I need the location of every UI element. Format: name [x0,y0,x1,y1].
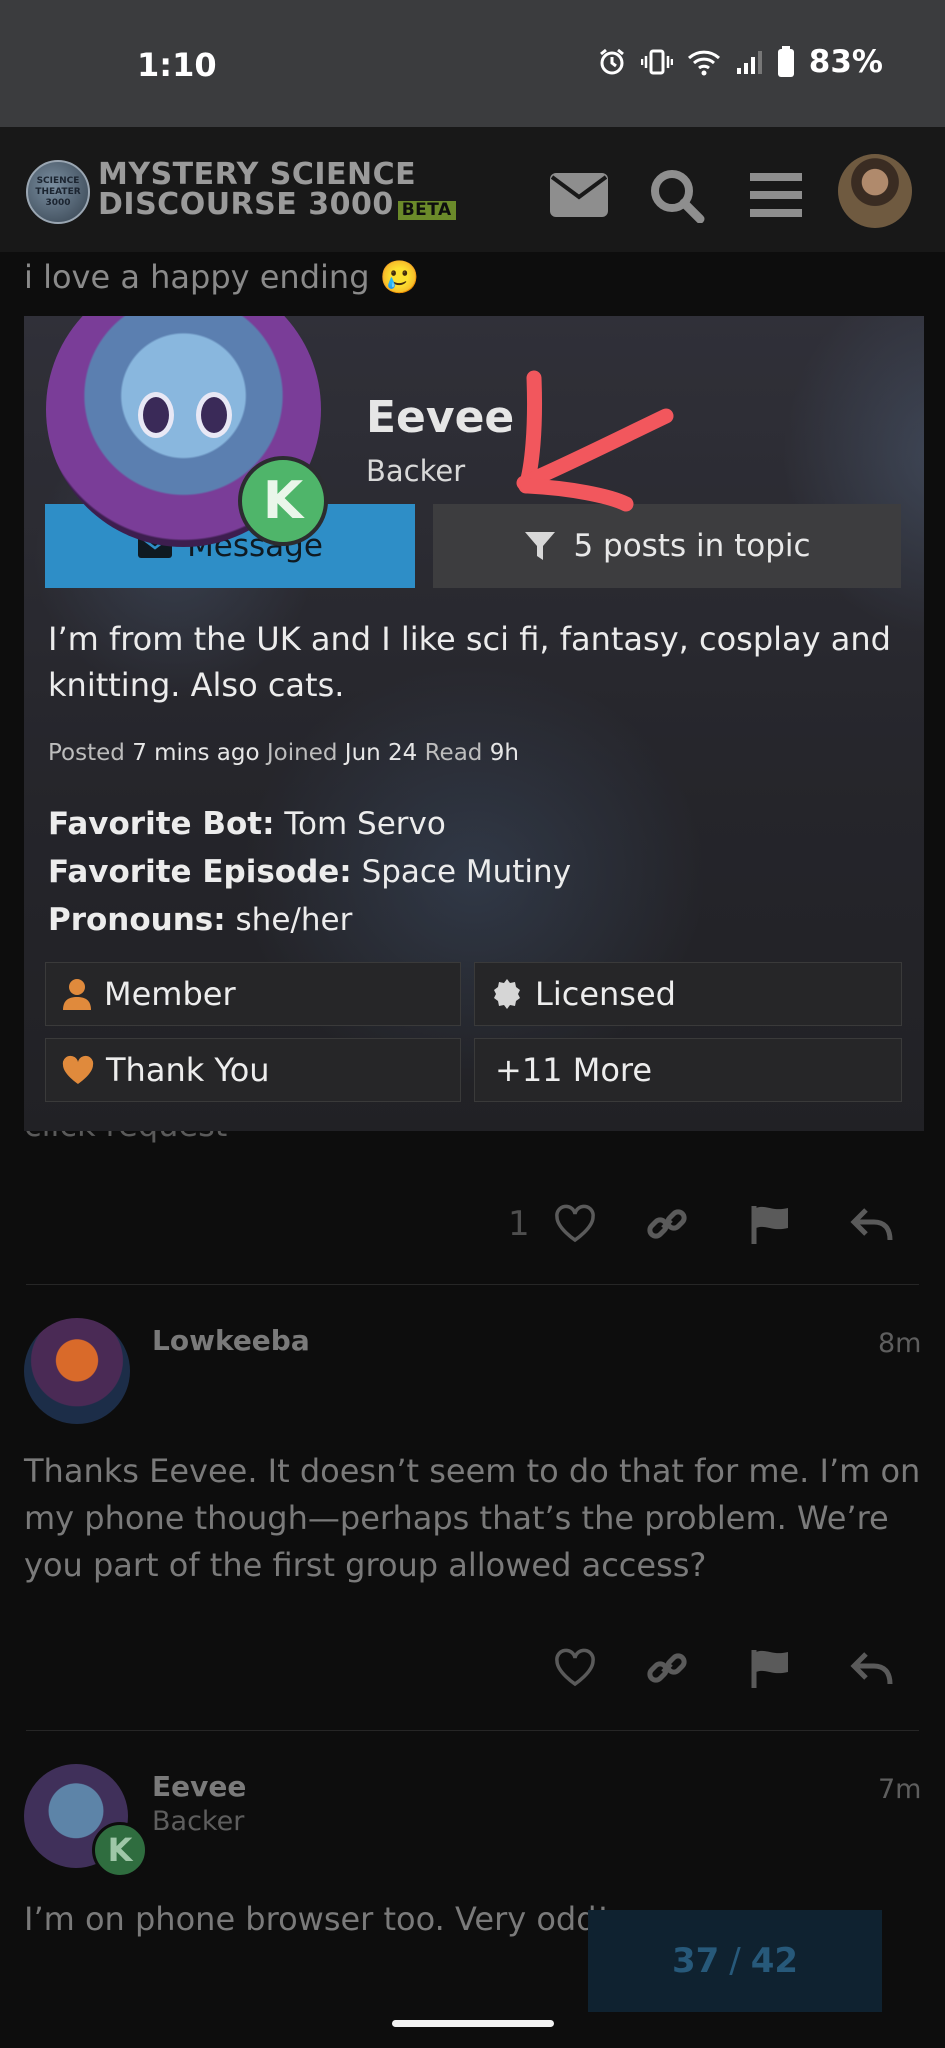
alarm-icon [599,48,624,75]
post-author[interactable]: Lowkeeba [152,1324,310,1357]
hamburger-menu-icon[interactable] [746,167,808,223]
person-icon [63,979,91,1010]
home-indicator[interactable] [392,2020,554,2027]
user-card: Eevee Backer Message 5 posts in topic K … [24,316,924,1131]
battery-percent: 83% [808,44,883,80]
field-favorite-bot: Favorite Bot: Tom Servo [48,806,446,842]
post-time[interactable]: 8m [878,1328,921,1359]
flag-icon[interactable] [748,1646,792,1690]
search-icon[interactable] [646,167,708,223]
battery-icon [777,46,794,77]
status-icons: 83% [597,44,883,80]
site-logo-text[interactable]: MYSTERY SCIENCE DISCOURSE 3000 BETA [98,160,456,220]
logo-line1: MYSTERY SCIENCE [98,157,417,192]
link-icon[interactable] [645,1202,689,1246]
posted-label: Posted [48,740,125,766]
link-icon[interactable] [645,1646,689,1690]
user-card-bio: I’m from the UK and I like sci fi, fanta… [48,620,891,704]
status-time: 1:10 [137,46,217,84]
logo-line2: DISCOURSE 3000 [98,187,394,222]
field-favorite-episode: Favorite Episode: Space Mutiny [48,854,572,890]
logo-disc-text: SCIENCE THEATER 3000 [35,176,81,208]
flag-icon[interactable] [748,1202,792,1246]
badge-licensed[interactable]: Licensed [474,962,902,1026]
joined-value: Jun 24 [344,740,418,766]
signal-icon [736,51,762,74]
previous-post-text: i love a happy ending 🥲 [24,258,420,296]
kickstarter-badge-icon: K [238,456,328,546]
user-card-name[interactable]: Eevee [366,392,514,443]
field-pronouns: Pronouns: she/her [48,902,353,938]
posted-value[interactable]: 7 mins ago [132,740,259,766]
progress-separator: / [729,1941,741,1981]
wifi-icon [687,50,720,76]
certificate-icon [494,979,520,1009]
status-bar: 1:10 83% [0,0,945,127]
user-card-meta: Posted 7 mins ago Joined Jun 24 Read 9h [48,740,519,766]
joined-label: Joined [266,740,338,766]
post-author-title: Backer [152,1806,245,1837]
reply-icon[interactable] [850,1646,894,1690]
heart-icon[interactable] [553,1646,597,1690]
read-label: Read [424,740,483,766]
kickstarter-badge-icon: K [92,1822,148,1878]
user-card-fields: Favorite Bot: Tom Servo Favorite Episode… [48,800,571,944]
progress-current: 37 [671,1941,720,1981]
badge-more[interactable]: +11 More [474,1038,902,1102]
mail-icon[interactable] [548,167,610,223]
lowkeeba-avatar[interactable] [24,1318,130,1424]
badge-thank-you[interactable]: Thank You [45,1038,461,1102]
site-logo-icon[interactable]: SCIENCE THEATER 3000 [26,160,90,224]
like-count: 1 [508,1204,530,1244]
post-body: Thanks Eevee. It doesn’t seem to do that… [24,1452,921,1584]
progress-total: 42 [750,1941,799,1981]
current-user-avatar[interactable] [838,154,912,228]
post-divider [26,1730,919,1731]
filter-button-label: 5 posts in topic [573,528,811,564]
post-divider [26,1284,919,1285]
reply-icon[interactable] [850,1202,894,1246]
heart-icon [62,1055,94,1084]
post-body: I’m on phone browser too. Very odd! [24,1900,610,1938]
badge-member[interactable]: Member [45,962,461,1026]
user-card-title: Backer [366,454,466,488]
topic-progress[interactable]: 37 / 42 [588,1910,882,2012]
kickstarter-badge-letter: K [262,471,304,531]
vibrate-icon [640,49,673,75]
heart-icon[interactable] [553,1202,597,1246]
read-value: 9h [489,740,519,766]
kickstarter-badge-letter: K [107,1831,133,1869]
site-header: SCIENCE THEATER 3000 MYSTERY SCIENCE DIS… [0,127,945,252]
post-author[interactable]: Eevee [152,1770,246,1803]
beta-badge: BETA [397,201,456,220]
filter-icon [525,532,556,560]
annotation-arrow [516,370,674,512]
post-time[interactable]: 7m [878,1774,921,1805]
